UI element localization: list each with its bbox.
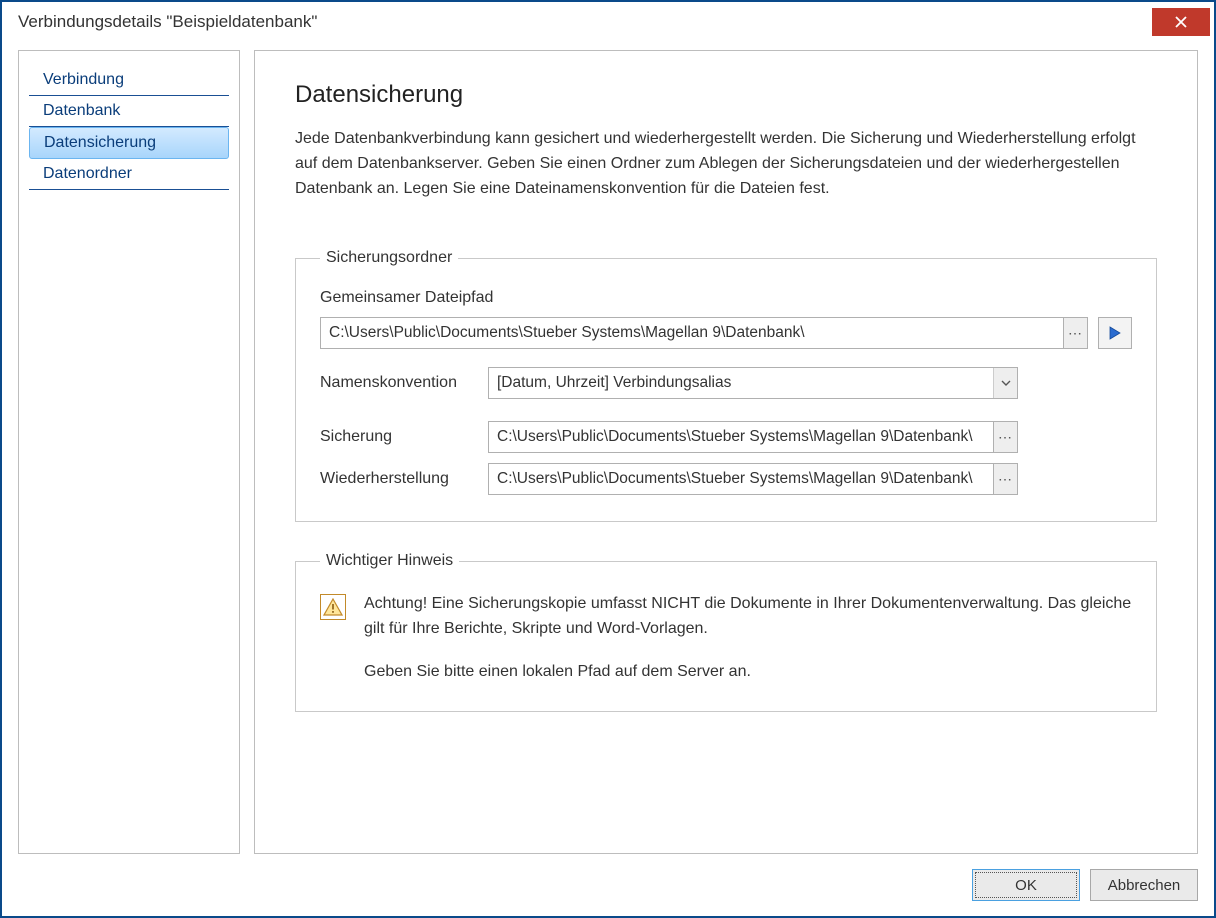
close-button[interactable] [1152, 8, 1210, 36]
window-body: Verbindung Datenbank Datensicherung Date… [2, 42, 1214, 916]
backup-path-input[interactable] [488, 421, 994, 453]
titlebar: Verbindungsdetails "Beispieldatenbank" [2, 2, 1214, 42]
ellipsis-icon: ⋯ [1068, 325, 1083, 342]
restore-path-input[interactable] [488, 463, 994, 495]
sidebar-item-verbindung[interactable]: Verbindung [29, 65, 229, 96]
group-legend: Sicherungsordner [320, 249, 458, 267]
group-wichtiger-hinweis: Wichtiger Hinweis Achtung! Eine Sicherun… [295, 552, 1157, 711]
warning-icon [320, 594, 346, 620]
hint-line-1: Achtung! Eine Sicherungskopie umfasst NI… [364, 592, 1132, 642]
backup-browse-button[interactable]: ⋯ [994, 421, 1018, 453]
naming-select-value: [Datum, Uhrzeit] Verbindungsalias [489, 374, 993, 392]
hint-line-2: Geben Sie bitte einen lokalen Pfad auf d… [364, 660, 1132, 685]
ellipsis-icon: ⋯ [998, 471, 1013, 488]
shared-path-browse-button[interactable]: ⋯ [1064, 317, 1088, 349]
play-icon [1109, 326, 1121, 340]
naming-select[interactable]: [Datum, Uhrzeit] Verbindungsalias [488, 367, 1018, 399]
restore-browse-button[interactable]: ⋯ [994, 463, 1018, 495]
apply-path-button[interactable] [1098, 317, 1132, 349]
sidebar-item-label: Datensicherung [44, 134, 156, 151]
sidebar: Verbindung Datenbank Datensicherung Date… [18, 50, 240, 854]
sidebar-item-datenbank[interactable]: Datenbank [29, 96, 229, 127]
backup-label: Sicherung [320, 428, 488, 446]
sidebar-item-label: Verbindung [43, 71, 124, 88]
window-title: Verbindungsdetails "Beispieldatenbank" [18, 12, 317, 32]
sidebar-item-label: Datenbank [43, 102, 120, 119]
hint-text: Achtung! Eine Sicherungskopie umfasst NI… [364, 592, 1132, 684]
dialog-footer: OK Abbrechen [18, 854, 1198, 916]
sidebar-item-label: Datenordner [43, 165, 132, 182]
dialog-window: Verbindungsdetails "Beispieldatenbank" V… [0, 0, 1216, 918]
restore-label: Wiederherstellung [320, 470, 488, 488]
page-title: Datensicherung [295, 81, 1157, 109]
cancel-button[interactable]: Abbrechen [1090, 869, 1198, 901]
naming-select-arrow[interactable] [993, 368, 1017, 398]
group-sicherungsordner: Sicherungsordner Gemeinsamer Dateipfad ⋯ [295, 249, 1157, 522]
columns: Verbindung Datenbank Datensicherung Date… [18, 50, 1198, 854]
shared-path-label: Gemeinsamer Dateipfad [320, 289, 1132, 307]
ok-button[interactable]: OK [972, 869, 1080, 901]
naming-label: Namenskonvention [320, 374, 488, 392]
close-icon [1175, 16, 1187, 28]
ellipsis-icon: ⋯ [998, 429, 1013, 446]
group-legend: Wichtiger Hinweis [320, 552, 459, 570]
sidebar-item-datensicherung[interactable]: Datensicherung [29, 127, 229, 159]
chevron-down-icon [1001, 380, 1011, 386]
sidebar-item-datenordner[interactable]: Datenordner [29, 159, 229, 190]
content-panel: Datensicherung Jede Datenbankverbindung … [254, 50, 1198, 854]
shared-path-input[interactable] [320, 317, 1064, 349]
page-description: Jede Datenbankverbindung kann gesichert … [295, 127, 1157, 201]
